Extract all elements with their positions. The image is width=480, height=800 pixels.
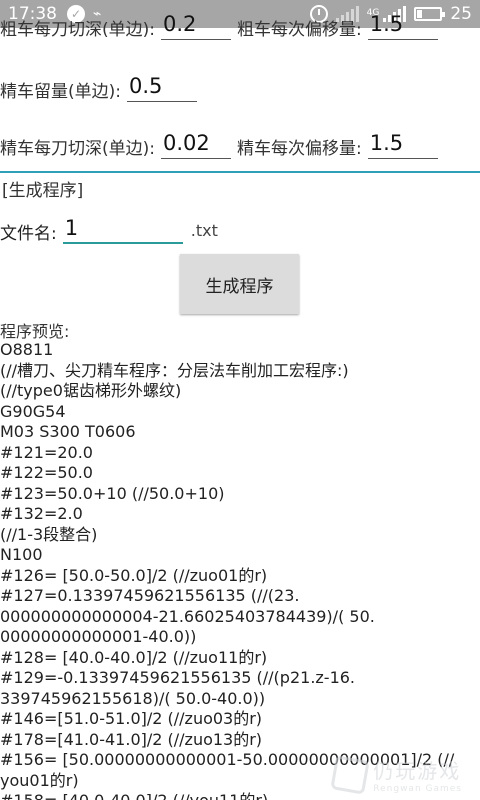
rough-depth-label: 粗车每刀切深(单边): bbox=[0, 20, 155, 40]
finish-depth-input[interactable]: 0.02 bbox=[161, 129, 231, 159]
section-divider bbox=[0, 171, 480, 173]
code-line: #123=50.0+10 (//50.0+10) bbox=[0, 483, 225, 503]
code-line: #132=2.0 bbox=[0, 504, 83, 523]
filename-label: 文件名: bbox=[0, 224, 57, 244]
code-line: M03 S300 T0606 bbox=[0, 422, 136, 441]
code-line: 00000000000001-40.0)) bbox=[0, 627, 197, 646]
preview-label: 程序预览: bbox=[0, 322, 70, 341]
section-title: [生成程序] bbox=[2, 181, 84, 201]
watermark: 仍玩游戏 Rengwan Games bbox=[330, 754, 462, 795]
watermark-logo-icon bbox=[330, 754, 370, 795]
code-line: (//1-3段整合) bbox=[0, 524, 98, 544]
code-line: #129=-0.13397459621556135 (//(p21.z-16. bbox=[0, 668, 356, 687]
watermark-sub-text: Rengwan Games bbox=[373, 784, 462, 794]
finish-allowance-input[interactable]: 0.5 bbox=[127, 72, 197, 102]
code-line: #127=0.13397459621556135 (//(23. bbox=[0, 586, 300, 605]
finish-offset-input[interactable]: 1.5 bbox=[367, 129, 438, 159]
code-line: #121=20.0 bbox=[0, 442, 93, 462]
battery-level: 25 bbox=[450, 4, 472, 24]
code-line: 339745962155618)/( 50.0-40.0)) bbox=[0, 688, 266, 708]
finish-depth-label: 精车每刀切深(单边): bbox=[0, 139, 155, 159]
program-preview: O8811 (//槽刀、尖刀精车程序：分层法车削加工宏程序:) (//type0… bbox=[0, 340, 480, 800]
finish-params-row: 精车每刀切深(单边): 0.02 精车每次偏移量: 1.5 bbox=[0, 129, 438, 159]
rough-offset-label: 粗车每次偏移量: bbox=[237, 20, 362, 40]
code-line: #146=[51.0-51.0]/2 (//zuo03的r) bbox=[0, 709, 263, 728]
code-line: G90G54 bbox=[0, 401, 66, 421]
watermark-main-text: 仍玩游戏 bbox=[373, 759, 462, 783]
code-line: #122=50.0 bbox=[0, 463, 93, 482]
code-line: (//槽刀、尖刀精车程序：分层法车削加工宏程序:) bbox=[0, 360, 349, 380]
filename-row: 文件名: 1 .txt bbox=[0, 214, 218, 244]
code-line: 000000000000004-21.66025403784439)/( 50. bbox=[0, 606, 375, 626]
generate-program-button[interactable]: 生成程序 bbox=[180, 254, 299, 314]
filename-input[interactable]: 1 bbox=[62, 214, 183, 244]
code-line: (//type0锯齿梯形外螺纹) bbox=[0, 381, 182, 400]
code-line: N100 bbox=[0, 545, 43, 564]
code-line: #128= [40.0-40.0]/2 (//zuo11的r) bbox=[0, 647, 268, 667]
rough-params-row: 粗车每刀切深(单边): 0.2 粗车每次偏移量: 1.5 bbox=[0, 10, 438, 40]
file-extension: .txt bbox=[190, 221, 218, 240]
finish-offset-label: 精车每次偏移量: bbox=[237, 139, 362, 159]
rough-depth-input[interactable]: 0.2 bbox=[161, 10, 231, 40]
rough-offset-input[interactable]: 1.5 bbox=[367, 10, 438, 40]
code-line: #178=[41.0-41.0]/2 (//zuo13的r) bbox=[0, 729, 263, 749]
finish-allowance-row: 精车留量(单边): 0.5 bbox=[0, 72, 197, 102]
code-line: O8811 bbox=[0, 340, 54, 359]
code-line: #126= [50.0-50.0]/2 (//zuo01的r) bbox=[0, 565, 268, 585]
finish-allowance-label: 精车留量(单边): bbox=[0, 82, 121, 102]
